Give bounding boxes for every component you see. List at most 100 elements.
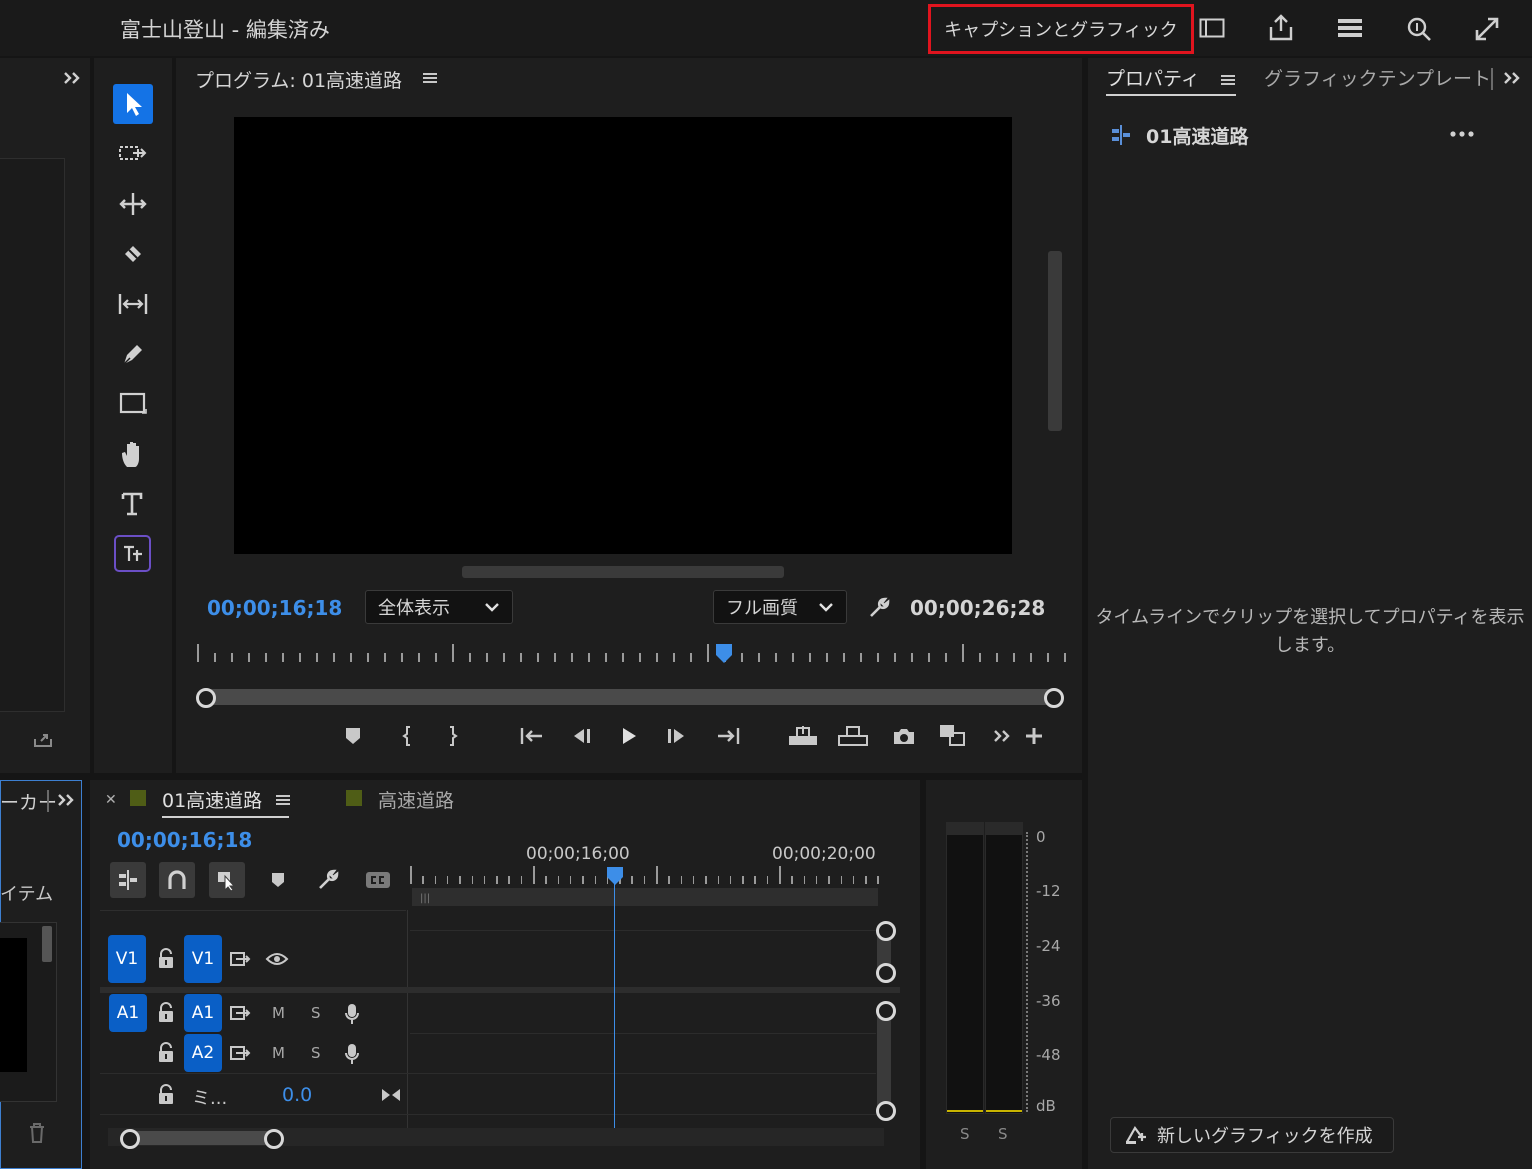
- captions-cc-icon[interactable]: [364, 868, 392, 892]
- timeline-zoom-right-handle[interactable]: [264, 1129, 284, 1149]
- monitor-zoom-right-handle[interactable]: [1044, 688, 1064, 708]
- step-back-icon[interactable]: [566, 722, 596, 750]
- timeline-tab-active[interactable]: 01高速道路: [162, 786, 289, 818]
- tab-graphic-templates[interactable]: グラフィックテンプレート: [1264, 64, 1491, 91]
- rectangle-tool-icon[interactable]: [113, 384, 153, 424]
- a1-voiceover-mic-icon[interactable]: [340, 1000, 364, 1028]
- video-vscroll-top-handle[interactable]: [876, 921, 896, 941]
- audio-vscroll-bottom-handle[interactable]: [876, 1101, 896, 1121]
- play-icon[interactable]: [614, 722, 644, 750]
- lift-icon[interactable]: [786, 722, 820, 750]
- track-select-tool-icon[interactable]: [113, 134, 153, 174]
- timeline-add-marker-icon[interactable]: [266, 868, 290, 892]
- a1-mute-button[interactable]: M: [272, 1004, 285, 1022]
- mark-out-icon[interactable]: [440, 722, 466, 750]
- a2-lock-icon[interactable]: [154, 1040, 178, 1066]
- a2-voiceover-mic-icon[interactable]: [340, 1040, 364, 1068]
- export-share-icon[interactable]: [1264, 10, 1298, 46]
- razor-tool-icon[interactable]: [113, 234, 153, 274]
- more-controls-icon[interactable]: [990, 724, 1014, 748]
- workspace-menu-icon[interactable]: [1196, 12, 1228, 44]
- extract-icon[interactable]: [836, 722, 870, 750]
- a1-target-track[interactable]: A1: [184, 994, 222, 1032]
- add-marker-icon[interactable]: [340, 722, 366, 750]
- mix-keyframe-nav-icon[interactable]: [378, 1084, 404, 1106]
- mix-volume-value[interactable]: 0.0: [282, 1084, 312, 1106]
- monitor-horizontal-scrollbar[interactable]: [462, 566, 784, 578]
- mix-lock-icon[interactable]: [154, 1082, 178, 1108]
- pen-tool-icon[interactable]: [113, 334, 153, 374]
- step-forward-icon[interactable]: [662, 722, 692, 750]
- a1-source-patch[interactable]: A1: [109, 994, 147, 1032]
- timeline-hscroll-thumb[interactable]: [128, 1131, 274, 1145]
- audio-tracks-vscroll[interactable]: [877, 1010, 891, 1110]
- a1-lock-icon[interactable]: [154, 1000, 178, 1026]
- monitor-vertical-scrollbar[interactable]: [1048, 251, 1062, 431]
- meter-solo-left-button[interactable]: S: [960, 1125, 970, 1143]
- monitor-zoom-left-handle[interactable]: [196, 688, 216, 708]
- button-editor-plus-icon[interactable]: [1022, 724, 1046, 748]
- hand-tool-icon[interactable]: [113, 434, 153, 474]
- right-peak-indicator[interactable]: [986, 823, 1022, 835]
- monitor-zoom-scrollbar[interactable]: [205, 689, 1055, 705]
- caption-tool-icon[interactable]: [114, 535, 151, 572]
- program-monitor-title[interactable]: プログラム: 01高速道路: [195, 66, 402, 93]
- monitor-playhead-icon[interactable]: [714, 643, 734, 665]
- video-vscroll-bottom-handle[interactable]: [876, 963, 896, 983]
- audio-vscroll-top-handle[interactable]: [876, 1001, 896, 1021]
- timeline-playhead-line[interactable]: [614, 884, 615, 1128]
- a2-target-track[interactable]: A2: [184, 1034, 222, 1072]
- snap-magnet-icon[interactable]: [159, 862, 195, 898]
- zoom-level-dropdown[interactable]: 全体表示: [365, 590, 513, 624]
- settings-wrench-icon[interactable]: [864, 594, 894, 622]
- a2-mute-button[interactable]: M: [272, 1044, 285, 1062]
- timeline-ruler[interactable]: [410, 866, 880, 886]
- comparison-view-icon[interactable]: [936, 720, 970, 752]
- panel-overflow-icon[interactable]: [1500, 66, 1524, 90]
- left-bottom-thumbnail[interactable]: [0, 938, 27, 1072]
- type-tool-icon[interactable]: [113, 484, 153, 524]
- a2-sync-lock-icon[interactable]: [228, 1042, 252, 1064]
- timeline-playhead-icon[interactable]: [605, 866, 625, 886]
- left-bottom-scrollbar[interactable]: [42, 926, 52, 962]
- nest-sequence-icon[interactable]: [110, 862, 146, 898]
- timeline-zoom-left-handle[interactable]: [120, 1129, 140, 1149]
- monitor-time-ruler[interactable]: [197, 644, 1066, 668]
- more-options-icon[interactable]: [1446, 124, 1478, 144]
- go-to-out-icon[interactable]: [714, 722, 744, 750]
- slip-tool-icon[interactable]: [113, 284, 153, 324]
- timeline-work-area-bar[interactable]: [412, 888, 878, 906]
- a2-solo-button[interactable]: S: [311, 1044, 321, 1062]
- mark-in-icon[interactable]: [394, 722, 420, 750]
- fullscreen-icon[interactable]: [1470, 12, 1504, 46]
- tab-properties[interactable]: プロパティ: [1106, 64, 1236, 96]
- program-current-timecode[interactable]: 00;00;16;18: [207, 596, 342, 620]
- v1-sync-lock-icon[interactable]: [228, 948, 252, 970]
- left-bottom-expand-icon[interactable]: [54, 788, 78, 812]
- playback-quality-dropdown[interactable]: フル画質: [713, 590, 847, 624]
- go-to-in-icon[interactable]: [516, 722, 546, 750]
- left-panel-export-icon[interactable]: [30, 728, 56, 752]
- v1-source-patch[interactable]: V1: [108, 935, 146, 983]
- a1-sync-lock-icon[interactable]: [228, 1002, 252, 1024]
- new-graphic-button[interactable]: 新しいグラフィックを作成: [1110, 1117, 1394, 1153]
- timeline-settings-wrench-icon[interactable]: [314, 866, 342, 894]
- timeline-tab-other[interactable]: 高速道路: [378, 786, 454, 813]
- v1-lock-icon[interactable]: [154, 946, 178, 972]
- selection-tool-icon[interactable]: [113, 84, 153, 124]
- left-panel-expand-icon[interactable]: [60, 66, 84, 90]
- quick-export-icon[interactable]: [1333, 12, 1367, 44]
- program-monitor-menu-icon[interactable]: [420, 68, 440, 88]
- trash-icon[interactable]: [24, 1120, 50, 1146]
- export-frame-camera-icon[interactable]: [888, 722, 920, 750]
- v1-visibility-eye-icon[interactable]: [264, 948, 290, 970]
- workspace-captions-graphics[interactable]: キャプションとグラフィック: [928, 4, 1194, 54]
- timeline-tab-menu-icon[interactable]: [274, 790, 292, 810]
- v1-target-track[interactable]: V1: [184, 935, 222, 983]
- tab-menu-icon[interactable]: [1220, 73, 1236, 87]
- timeline-timecode[interactable]: 00;00;16;18: [117, 828, 252, 852]
- ripple-edit-tool-icon[interactable]: [113, 184, 153, 224]
- meter-solo-right-button[interactable]: S: [998, 1125, 1008, 1143]
- a1-solo-button[interactable]: S: [311, 1004, 321, 1022]
- program-video-frame[interactable]: [234, 117, 1012, 554]
